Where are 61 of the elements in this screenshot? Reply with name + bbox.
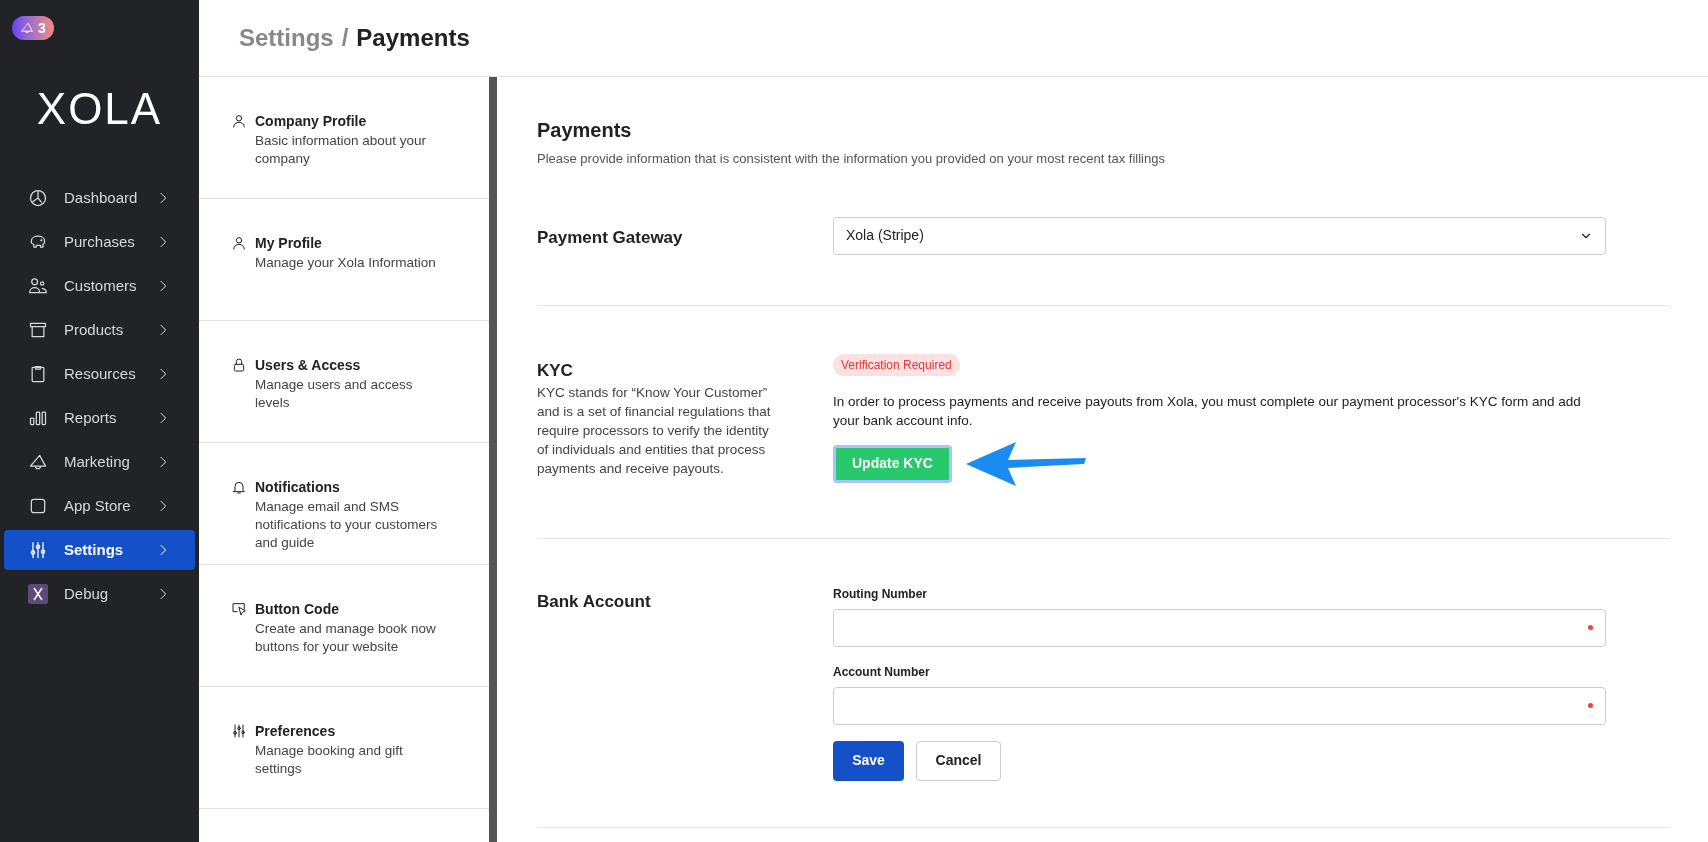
nav-item[interactable]: Dashboard <box>4 178 195 218</box>
megaphone-icon <box>20 21 34 35</box>
nav-item[interactable]: App Store <box>4 486 195 526</box>
nav-item[interactable]: Customers <box>4 266 195 306</box>
cancel-button[interactable]: Cancel <box>916 740 1001 781</box>
menu-item-title: Preferences <box>255 722 337 741</box>
page-title: Payments <box>356 23 470 53</box>
menu-item-title: Company Profile <box>255 112 368 131</box>
settings-menu-item[interactable]: Company Profile Basic information about your company <box>199 77 489 199</box>
kyc-message: In order to process payments and receive payouts from Xola, you must complete our payment processor's KYC form and add your bank account info. <box>833 392 1582 430</box>
field-heading: KYC <box>537 359 574 382</box>
user-icon <box>231 113 247 129</box>
nav-item[interactable]: Products <box>4 310 195 350</box>
kyc-description: KYC stands for “Know Your Customer” and is a set of financial regulations that require processors to verify the identity of individuals and entities that process payments and receive payouts. <box>537 384 772 478</box>
menu-item-description: Manage email and SMS notifications to your customers and guide <box>255 498 439 552</box>
gateway-select[interactable]: Xola (Stripe) <box>833 216 1606 255</box>
sliders-icon <box>28 540 48 560</box>
nav-item[interactable]: Resources <box>4 354 195 394</box>
settings-menu-item[interactable]: Users & Access Manage users and access levels <box>199 321 489 443</box>
megaphone-icon <box>28 452 48 472</box>
bell-icon <box>231 479 247 495</box>
breadcrumb-link[interactable]: Settings <box>239 20 334 56</box>
menu-item-title: Button Code <box>255 600 340 619</box>
status-badge: Verification Required <box>833 353 960 376</box>
gauge-icon <box>28 188 48 208</box>
sliders-icon <box>231 723 247 739</box>
logo[interactable]: XOLA <box>0 76 199 142</box>
archive-box-icon <box>28 320 48 340</box>
field-label: Account Number <box>833 663 931 681</box>
users-icon <box>28 276 48 296</box>
nav-item[interactable]: Marketing <box>4 442 195 482</box>
lock-icon <box>231 357 247 373</box>
nav-item[interactable]: Reports <box>4 398 195 438</box>
save-button[interactable]: Save <box>833 740 904 781</box>
user-icon <box>231 235 247 251</box>
menu-item-title: Notifications <box>255 478 341 497</box>
settings-menu-item[interactable]: Preferences Manage booking and gift settings <box>199 687 489 809</box>
menu-item-description: Manage your Xola Information <box>255 254 437 272</box>
settings-menu-item[interactable]: My Profile Manage your Xola Information <box>199 199 489 321</box>
breadcrumb-separator: / <box>341 23 349 53</box>
cursor-click-icon <box>231 601 247 617</box>
section-heading: Payments <box>537 118 633 143</box>
menu-item-description: Manage booking and gift settings <box>255 742 404 778</box>
nav-item[interactable]: Debug <box>4 574 195 614</box>
menu-item-title: My Profile <box>255 234 323 253</box>
settings-menu-item[interactable]: Button Code Create and manage book now buttons for your website <box>199 565 489 687</box>
menu-item-description: Create and manage book now buttons for your website <box>255 620 437 656</box>
square-icon <box>28 496 48 516</box>
menu-item-description: Manage users and access levels <box>255 376 414 412</box>
debug-logo-icon <box>28 584 48 604</box>
menu-item-title: Users & Access <box>255 356 362 375</box>
menu-item-description: Basic information about your company <box>255 132 428 168</box>
field-heading: Bank Account <box>537 590 652 613</box>
nav-item[interactable]: Settings <box>4 530 195 570</box>
text-input[interactable] <box>833 686 1606 725</box>
nav-item[interactable]: Purchases <box>4 222 195 262</box>
text-input[interactable] <box>833 608 1606 647</box>
field-heading: Payment Gateway <box>537 226 684 249</box>
field-label: Routing Number <box>833 585 928 603</box>
section-subtitle: Please provide information that is consistent with the information you provided on your most recent tax fillings <box>537 150 1166 168</box>
settings-menu-item[interactable]: Notifications Manage email and SMS notifications to your customers and guide <box>199 443 489 565</box>
